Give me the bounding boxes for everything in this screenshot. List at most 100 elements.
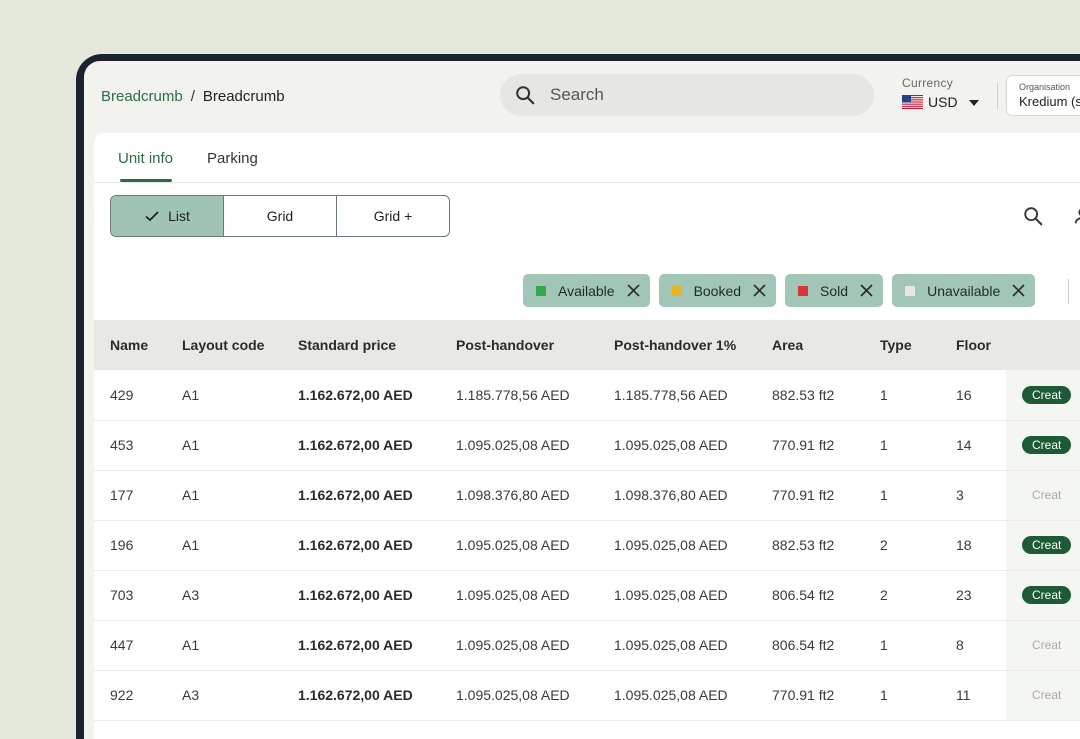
check-icon: [145, 211, 159, 222]
cell-post1: 1.095.025,08 AED: [598, 520, 756, 571]
person-icon[interactable]: [1072, 205, 1080, 227]
cell-layout: A3: [166, 570, 282, 621]
tab-unit-info[interactable]: Unit info: [118, 150, 173, 167]
search-bar[interactable]: Search: [500, 74, 874, 116]
tab-parking[interactable]: Parking: [207, 150, 258, 167]
view-list-label: List: [168, 208, 190, 224]
cell-type: 1: [864, 620, 940, 671]
view-list-button[interactable]: List: [111, 196, 224, 236]
organisation-selector[interactable]: Organisation Kredium (s: [1006, 75, 1080, 116]
us-flag-icon: [902, 95, 923, 109]
cell-layout: A1: [166, 370, 282, 421]
cell-floor: 3: [940, 470, 1006, 521]
column-header[interactable]: Floor: [940, 320, 1006, 370]
currency-selector[interactable]: Currency USD: [902, 76, 979, 110]
search-icon[interactable]: [1022, 205, 1044, 227]
create-button[interactable]: Creat: [1022, 686, 1071, 704]
cell-post: 1.095.025,08 AED: [440, 420, 598, 471]
create-button[interactable]: Creat: [1022, 436, 1072, 454]
cell-standard: 1.162.672,00 AED: [282, 420, 440, 471]
cell-area: 770.91 ft2: [756, 470, 864, 521]
column-header-actions: [1006, 320, 1080, 370]
active-tab-indicator: [120, 179, 172, 182]
view-grid-plus-button[interactable]: Grid +: [337, 196, 449, 236]
search-input[interactable]: Search: [550, 85, 604, 105]
filter-chip-sold[interactable]: Sold: [785, 274, 884, 307]
cell-standard: 1.162.672,00 AED: [282, 670, 440, 721]
cell-layout: A1: [166, 420, 282, 471]
close-icon[interactable]: [753, 284, 766, 297]
create-button[interactable]: Creat: [1022, 385, 1072, 404]
cell-area: 806.54 ft2: [756, 570, 864, 621]
create-button[interactable]: Creat: [1022, 536, 1072, 554]
create-button[interactable]: Creat: [1022, 636, 1071, 654]
filter-chip-booked[interactable]: Booked: [658, 274, 777, 307]
cell-post: 1.185.778,56 AED: [440, 370, 598, 421]
cell-standard: 1.162.672,00 AED: [282, 520, 440, 571]
filter-label: Unavailable: [927, 282, 1001, 299]
filter-chip-available[interactable]: Available: [523, 274, 650, 307]
filter-label: Available: [558, 282, 615, 299]
breadcrumb-current: Breadcrumb: [202, 88, 285, 105]
column-header[interactable]: Name: [94, 320, 166, 370]
create-button[interactable]: Creat: [1022, 486, 1071, 504]
filter-chip-unavailable[interactable]: Unavailable: [892, 274, 1036, 307]
cell-layout: A1: [166, 520, 282, 571]
cell-standard: 1.162.672,00 AED: [282, 620, 440, 671]
table-row[interactable]: 196 A1 1.162.672,00 AED 1.095.025,08 AED 1.0…: [94, 520, 1080, 571]
cell-floor: 8: [940, 620, 1006, 671]
table-row[interactable]: 447 A1 1.162.672,00 AED 1.095.025,08 AED 1.0…: [94, 620, 1080, 671]
organisation-label: Organisation: [1019, 82, 1071, 92]
create-button[interactable]: Creat: [1022, 586, 1072, 604]
close-icon[interactable]: [626, 284, 640, 297]
tab-bar: Unit info Parking: [94, 133, 1080, 183]
column-header[interactable]: Area: [756, 320, 864, 370]
cell-post: 1.098.376,80 AED: [440, 470, 598, 521]
table-header-row: Name Layout code Standard price Post-han…: [94, 320, 1080, 370]
cell-action: Creat: [1006, 370, 1080, 421]
cell-layout: A1: [166, 620, 282, 671]
cell-action: Creat: [1006, 420, 1080, 471]
available-color-icon: [536, 285, 546, 296]
breadcrumb-link[interactable]: Breadcrumb: [101, 88, 183, 105]
cell-floor: 14: [940, 420, 1006, 471]
column-header[interactable]: Layout code: [166, 320, 282, 370]
view-grid-button[interactable]: Grid: [224, 196, 337, 236]
column-header[interactable]: Type: [864, 320, 940, 370]
cell-post1: 1.095.025,08 AED: [598, 670, 756, 721]
cell-name: 703: [94, 570, 166, 621]
cell-name: 447: [94, 620, 166, 671]
table-row[interactable]: 177 A1 1.162.672,00 AED 1.098.376,80 AED 1.0…: [94, 470, 1080, 521]
status-filters: Available Booked Sold Unavailable: [523, 274, 1036, 307]
table-row[interactable]: 703 A3 1.162.672,00 AED 1.095.025,08 AED 1.0…: [94, 570, 1080, 621]
column-header[interactable]: Post-handover: [440, 320, 598, 370]
cell-standard: 1.162.672,00 AED: [282, 570, 440, 621]
units-table: Name Layout code Standard price Post-han…: [94, 320, 1080, 721]
filter-label: Sold: [820, 282, 849, 299]
cell-type: 1: [864, 370, 940, 421]
filter-label: Booked: [693, 282, 742, 299]
table-row[interactable]: 922 A3 1.162.672,00 AED 1.095.025,08 AED 1.0…: [94, 670, 1080, 721]
cell-type: 1: [864, 420, 940, 471]
table-row[interactable]: 429 A1 1.162.672,00 AED 1.185.778,56 AED 1.1…: [94, 370, 1080, 421]
breadcrumb: Breadcrumb / Breadcrumb: [101, 88, 285, 105]
header-divider: [997, 83, 998, 109]
search-icon: [516, 86, 535, 105]
table-row[interactable]: 453 A1 1.162.672,00 AED 1.095.025,08 AED 1.0…: [94, 420, 1080, 471]
cell-area: 806.54 ft2: [756, 620, 864, 671]
cell-post: 1.095.025,08 AED: [440, 570, 598, 621]
currency-label: Currency: [902, 76, 954, 90]
cell-type: 2: [864, 570, 940, 621]
filters-divider: [1068, 279, 1069, 303]
cell-post: 1.095.025,08 AED: [440, 520, 598, 571]
cell-post: 1.095.025,08 AED: [440, 620, 598, 671]
cell-name: 453: [94, 420, 166, 471]
cell-action: Creat: [1006, 670, 1080, 721]
cell-floor: 18: [940, 520, 1006, 571]
column-header[interactable]: Standard price: [282, 320, 440, 370]
column-header[interactable]: Post-handover 1%: [598, 320, 756, 370]
close-icon[interactable]: [1012, 284, 1025, 297]
app-screen: Breadcrumb / Breadcrumb Search Currency …: [84, 61, 1080, 739]
close-icon[interactable]: [860, 284, 873, 297]
cell-standard: 1.162.672,00 AED: [282, 470, 440, 521]
